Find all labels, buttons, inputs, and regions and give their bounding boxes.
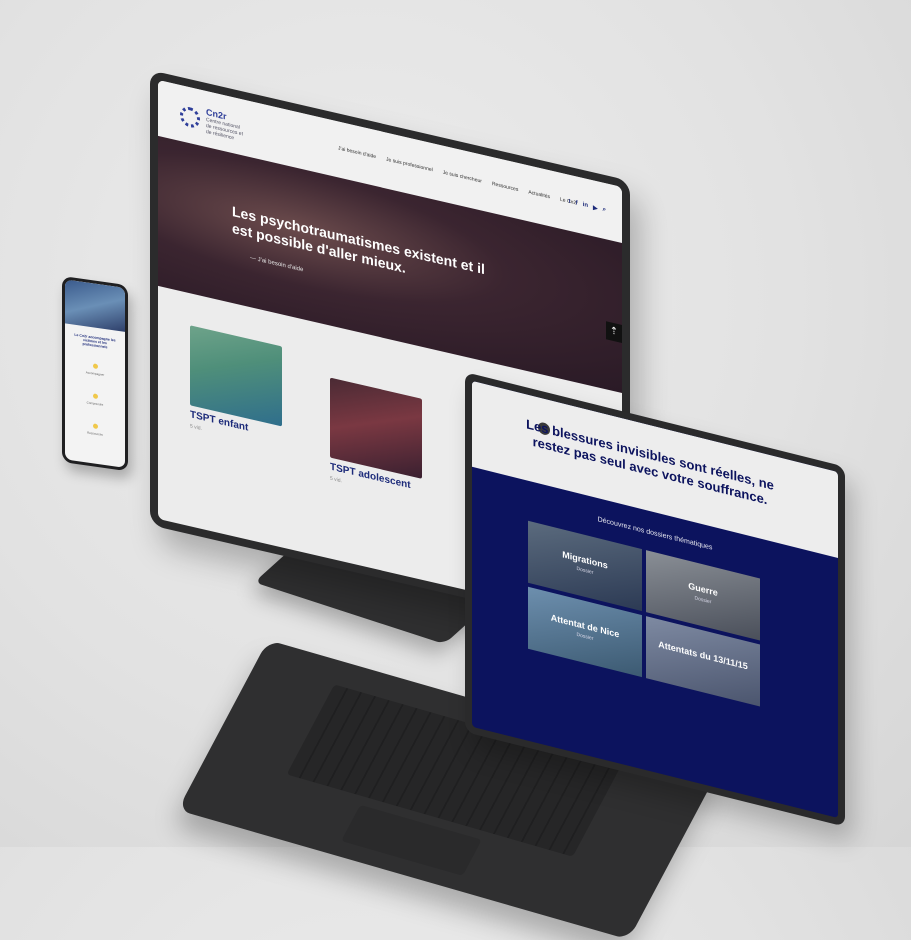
card-tspt-enfant[interactable]: TSPT enfant 5 vid. (190, 325, 282, 450)
section-icon (93, 423, 98, 430)
card-tspt-adolescent[interactable]: TSPT adolescent 5 vid. (330, 377, 422, 503)
device-mockup-scene: Cn2r Centre national de ressources et de… (0, 0, 911, 940)
hero-title: Les psychotraumatismes existent et il es… (232, 202, 485, 278)
nav-item-professionnel[interactable]: Je suis professionnel (386, 156, 433, 173)
youtube-icon[interactable]: ▶ (593, 204, 598, 212)
laptop-headline: Les blessures invisibles sont réelles, n… (526, 416, 774, 508)
nav-item-ressources[interactable]: Ressources (492, 181, 518, 193)
card-thumbnail (330, 377, 422, 479)
twitter-icon[interactable]: t (569, 199, 571, 206)
phone-screen: Le Cn2r accompagne les victimes et les p… (65, 279, 125, 468)
logo-mark-icon (180, 104, 200, 130)
site-logo[interactable]: Cn2r Centre national de ressources et de… (180, 101, 246, 144)
section-icon (93, 363, 98, 370)
tile-title: Attentats du 13/11/15 (658, 639, 748, 672)
hero-help-link[interactable]: — J'ai besoin d'aide (250, 255, 303, 273)
nav-item-besoin-aide[interactable]: J'ai besoin d'aide (338, 145, 376, 160)
section-icon (93, 393, 98, 400)
phone-intro-text: Le Cn2r accompagne les victimes et les p… (74, 332, 116, 350)
nav-item-actualites[interactable]: Actualités (528, 189, 550, 200)
linkedin-icon[interactable]: in (583, 202, 588, 210)
card-thumbnail (190, 325, 282, 427)
phone-hero-image (65, 279, 125, 332)
phone-section-3[interactable]: Ressources (71, 428, 119, 439)
nav-item-chercheur[interactable]: Je suis chercheur (443, 170, 482, 185)
phone-section-1[interactable]: Accompagner (71, 368, 119, 379)
facebook-icon[interactable]: f (576, 200, 578, 207)
smartphone: Le Cn2r accompagne les victimes et les p… (62, 276, 128, 472)
phone-section-2[interactable]: Comprendre (71, 398, 119, 409)
accessibility-icon[interactable]: ⇡ (606, 321, 622, 343)
social-links: t f in ▶ ⌕ (569, 199, 606, 215)
search-icon[interactable]: ⌕ (603, 206, 606, 214)
